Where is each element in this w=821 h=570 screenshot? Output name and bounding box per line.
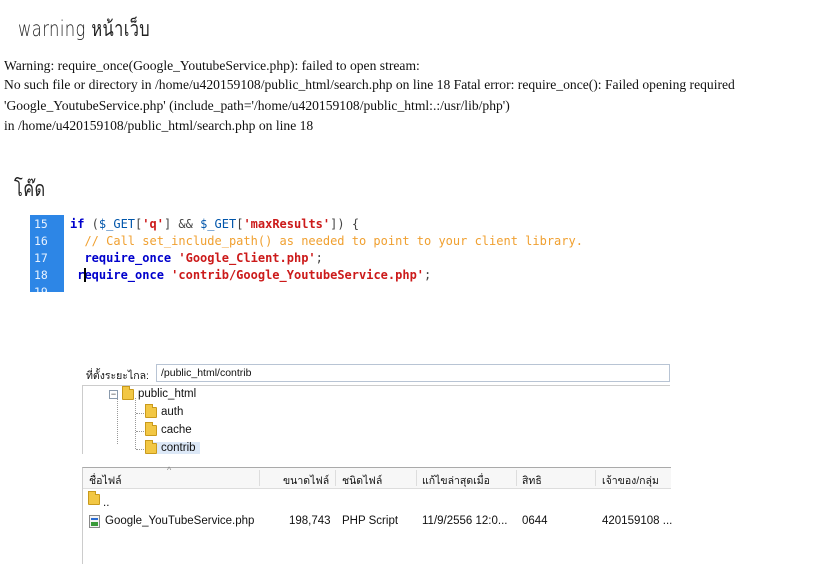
code-token: 'contrib/Google_YoutubeService.php' <box>171 268 425 282</box>
code-token: ; <box>424 268 432 282</box>
tree-item-label: auth <box>161 406 184 418</box>
file-owner: 420159108 ... <box>602 515 673 527</box>
column-divider[interactable] <box>259 470 260 486</box>
code-heading: โค๊ด <box>14 177 46 201</box>
error-line: Warning: require_once(Google_YoutubeServ… <box>4 58 420 73</box>
folder-icon <box>145 439 157 454</box>
collapse-icon[interactable]: − <box>109 389 118 399</box>
remote-path-label: ที่ตั้งระยะไกล: <box>86 370 149 382</box>
tree-item-label: cache <box>161 424 192 436</box>
file-row[interactable]: Google_YouTubeService.php 198,743 PHP Sc… <box>83 512 673 530</box>
code-line-18: require_once 'contrib/Google_YoutubeServ… <box>70 268 431 282</box>
file-name: .. <box>103 497 110 509</box>
code-token: $_GET <box>200 217 237 231</box>
tree-guide <box>136 431 144 432</box>
tree-guide <box>136 449 144 450</box>
column-divider[interactable] <box>595 470 596 486</box>
line-number: 17 <box>34 251 48 265</box>
file-list: ^ ชื่อไฟล์ ขนาดไฟล์ ชนิดไฟล์ แก้ไขล่าสุด… <box>82 465 673 564</box>
folder-icon <box>88 491 100 505</box>
file-row-parent[interactable]: .. <box>83 491 671 511</box>
error-line: in /home/u420159108/public_html/search.p… <box>4 118 314 133</box>
line-number: 16 <box>34 234 48 248</box>
column-divider[interactable] <box>516 470 517 486</box>
code-line-17: require_once 'Google_Client.php'; <box>70 251 323 265</box>
code-token: 'q' <box>142 217 164 231</box>
column-header-filename[interactable]: ชื่อไฟล์ <box>89 472 122 489</box>
tree-item-public-html[interactable]: − public_html <box>109 385 197 400</box>
error-line: No such file or directory in /home/u4201… <box>4 77 735 92</box>
code-line-16: // Call set_include_path() as needed to … <box>70 234 583 248</box>
file-name: Google_YouTubeService.php <box>105 515 255 527</box>
file-list-header: ^ ชื่อไฟล์ ขนาดไฟล์ ชนิดไฟล์ แก้ไขล่าสุด… <box>83 465 671 489</box>
tree-item-label: public_html <box>138 388 197 400</box>
code-token: ; <box>315 251 323 265</box>
tree-item-auth[interactable]: auth <box>145 403 184 418</box>
tree-guide <box>136 413 144 414</box>
file-manager: ที่ตั้งระยะไกล: /public_html/contrib − p… <box>82 363 673 564</box>
column-header-size[interactable]: ขนาดไฟล์ <box>283 472 329 489</box>
line-number: 19 <box>34 285 48 292</box>
text-cursor <box>84 268 86 282</box>
warning-heading: warning หน้าเว็บ <box>18 17 151 41</box>
code-token: 'maxResults' <box>243 217 331 231</box>
error-line: 'Google_YoutubeService.php' (include_pat… <box>4 98 510 113</box>
code-token: require_once <box>70 251 179 265</box>
tree-item-label: contrib <box>161 442 196 454</box>
code-token: $_GET <box>98 217 136 231</box>
remote-path-bar: ที่ตั้งระยะไกล: /public_html/contrib <box>82 363 670 386</box>
file-permissions: 0644 <box>522 515 548 527</box>
folder-icon <box>145 421 157 436</box>
column-header-modified[interactable]: แก้ไขล่าสุดเมื่อ <box>422 472 490 489</box>
line-number: 15 <box>34 217 48 231</box>
code-token: ] && <box>163 217 201 231</box>
code-line-15: if ($_GET['q'] && $_GET['maxResults']) { <box>70 217 359 231</box>
line-number: 18 <box>34 268 48 282</box>
code-token: ( <box>84 217 99 231</box>
column-divider[interactable] <box>416 470 417 486</box>
file-modified: 11/9/2556 12:0... <box>422 515 508 527</box>
code-token: 'Google_Client.php' <box>178 251 316 265</box>
folder-icon <box>145 403 157 418</box>
column-divider[interactable] <box>335 470 336 486</box>
folder-icon <box>122 385 134 400</box>
tree-guide <box>117 396 118 444</box>
remote-path-input[interactable]: /public_html/contrib <box>156 364 670 382</box>
file-size: 198,743 <box>289 515 331 527</box>
tree-guide <box>135 398 136 449</box>
column-header-type[interactable]: ชนิดไฟล์ <box>342 472 382 489</box>
tree-item-contrib[interactable]: contrib <box>145 439 200 454</box>
column-header-permissions[interactable]: สิทธิ <box>522 472 542 489</box>
sort-ascending-icon: ^ <box>167 465 172 475</box>
code-block: 15 16 17 18 19 if ($_GET['q'] && $_GET['… <box>30 215 670 292</box>
column-header-owner[interactable]: เจ้าของ/กลุ่ม <box>602 472 659 489</box>
file-type: PHP Script <box>342 515 399 527</box>
folder-tree: − public_html auth cache contrib <box>82 385 671 454</box>
php-file-icon <box>89 515 100 528</box>
code-token: if <box>70 217 85 231</box>
tree-item-cache[interactable]: cache <box>145 421 192 436</box>
code-token: ]) { <box>330 217 360 231</box>
